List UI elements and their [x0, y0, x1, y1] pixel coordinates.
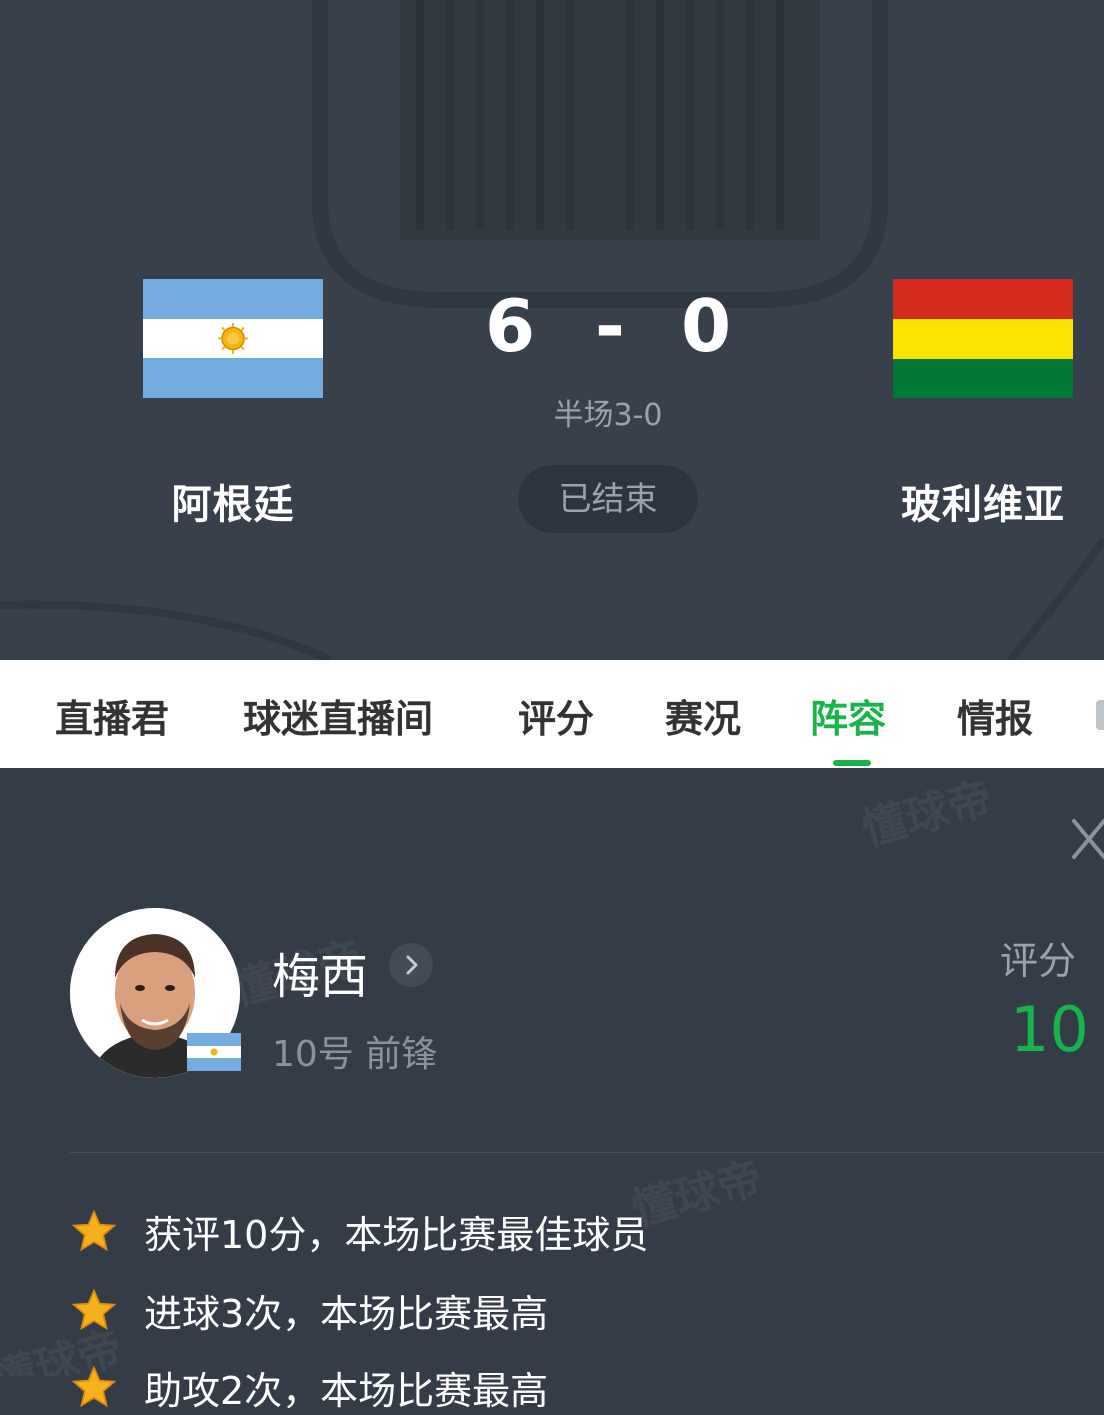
highlight-text: 进球3次，本场比赛最高: [144, 1292, 549, 1336]
player-nation-flag: [187, 1033, 241, 1071]
tab-bar: 直播君 球迷直播间 评分 赛况 阵容 情报: [0, 660, 1104, 768]
home-team-name[interactable]: 阿根廷: [113, 472, 353, 530]
tab-match-events[interactable]: 赛况: [665, 688, 741, 743]
highlight-text: 助攻2次，本场比赛最高: [144, 1369, 549, 1413]
tab-overflow-indicator[interactable]: [1096, 700, 1104, 730]
match-status-badge: 已结束: [518, 465, 698, 533]
divider: [70, 1152, 1104, 1153]
player-name[interactable]: 梅西: [272, 937, 368, 1007]
tab-ratings[interactable]: 评分: [518, 688, 594, 743]
player-profile-button[interactable]: [389, 943, 433, 987]
argentina-flag: [143, 279, 323, 398]
player-number-position: 10号 前锋: [272, 1034, 438, 1075]
rating-label: 评分: [1000, 939, 1077, 983]
star-icon: [72, 1366, 116, 1408]
close-icon[interactable]: [1068, 815, 1104, 863]
star-icon: [72, 1210, 116, 1252]
away-score: 0: [680, 284, 732, 368]
tab-intel[interactable]: 情报: [957, 688, 1033, 743]
rating-value: 10: [1010, 993, 1089, 1066]
tab-live-host[interactable]: 直播君: [55, 688, 169, 743]
tab-lineup[interactable]: 阵容: [810, 688, 886, 743]
bolivia-flag: [893, 279, 1073, 398]
active-tab-indicator: [833, 760, 871, 766]
match-header: 6 - 0 半场3-0 已结束 阿根廷 玻利维亚: [0, 0, 1104, 660]
away-team-name[interactable]: 玻利维亚: [873, 472, 1093, 530]
star-icon: [72, 1289, 116, 1331]
watermark: 懂球帝: [856, 772, 998, 857]
tab-fan-live-room[interactable]: 球迷直播间: [243, 688, 433, 743]
chevron-right-icon: [406, 955, 418, 975]
score-separator: -: [595, 284, 625, 368]
halftime-score: 半场3-0: [553, 398, 663, 433]
highlight-text: 获评10分，本场比赛最佳球员: [144, 1213, 649, 1257]
home-score: 6: [484, 284, 536, 368]
